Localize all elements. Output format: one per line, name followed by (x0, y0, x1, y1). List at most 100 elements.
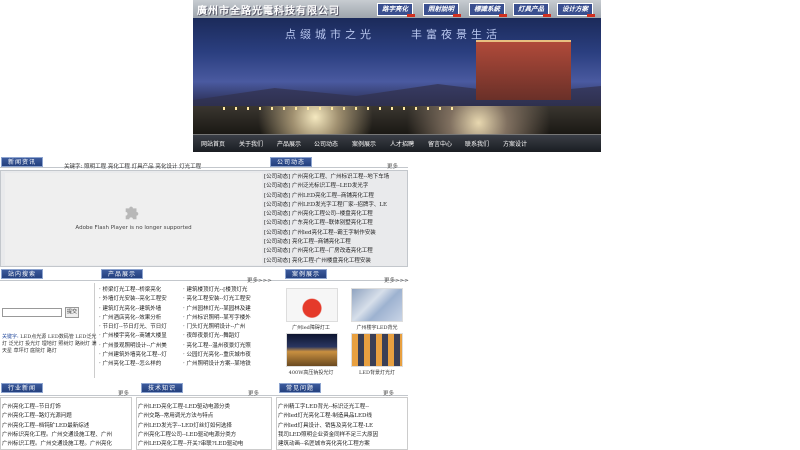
banner-building (476, 40, 571, 100)
company-name: 廣州市全路光電科技有限公司 (197, 6, 340, 17)
nav-about[interactable]: 关于我们 (239, 139, 263, 148)
tab-company-news[interactable]: 公司动态 (270, 157, 313, 167)
product-item[interactable]: 广州标识照明--某写字楼外 (183, 314, 263, 323)
list-item[interactable]: 我司LED照明企业资金同样不足三大原因 (278, 431, 406, 440)
list-item[interactable]: 广州亮化工程--档钝矿LED最新综述 (2, 422, 130, 431)
top-link-3[interactable]: 標識系統 (469, 3, 507, 17)
banner-street-lights (223, 107, 453, 110)
product-item[interactable]: 节日灯--节日灯光、节日灯 (99, 323, 183, 332)
more-link-cases[interactable]: 更多>>> (384, 276, 409, 284)
product-item[interactable]: 亮化工程安装--灯光工程安 (183, 295, 263, 304)
top-link-1[interactable]: 路字亮化 (377, 3, 415, 17)
product-item[interactable]: 广州酒店亮化--效果分析 (99, 314, 183, 323)
banner-slogan-left: 点缀城市之光 (285, 28, 375, 41)
more-link-industry-news[interactable]: 更多 (118, 389, 129, 397)
section3-rule (0, 395, 408, 396)
list-item[interactable]: 广州LED亮化工程--开关?串联?LED驱动电 (138, 440, 270, 449)
product-item[interactable]: 广州建筑外墙亮化工程--灯 (99, 351, 183, 360)
top-link-2[interactable]: 照射說明 (423, 3, 461, 17)
nav-news[interactable]: 公司动态 (314, 139, 338, 148)
tab-news[interactable]: 新闻资讯 (1, 157, 44, 167)
list-item[interactable]: 广州标识亮化工程。广州交通设施工程、广州 (2, 431, 130, 440)
news-item[interactable]: [公司动态] 亮化工程-广州楼盘亮化工程安装 (264, 257, 406, 266)
more-link-company-news[interactable]: 更多 (387, 162, 398, 170)
tab-search[interactable]: 站内搜索 (1, 269, 44, 279)
product-item[interactable]: 建筑楼顶灯光--[楼顶灯光 (183, 286, 263, 295)
product-item[interactable]: 广州照明设计方案--某地铁 (183, 360, 263, 369)
tab-cases[interactable]: 案例展示 (285, 269, 328, 279)
product-item[interactable]: 外墙灯光安装--亮化工程安 (99, 295, 183, 304)
top-link-5[interactable]: 设计方案 (557, 3, 595, 17)
nav-home[interactable]: 网站首页 (201, 139, 225, 148)
list-item[interactable]: 广州led灯光亮化工程-制造具品LED线 (278, 412, 406, 421)
list-item[interactable]: 广州LED亮化工程-LED驱动电源分类 (138, 403, 270, 412)
case-caption[interactable]: 400W高压钠投光灯 (276, 369, 346, 376)
case-image-floodlight[interactable] (286, 333, 338, 367)
keyword-ticker: 关键字: 照明工程 亮化工程 灯具产品 亮化设计 灯光工程 (64, 164, 202, 170)
flash-player-placeholder: Adobe Flash Player is no longer supporte… (5, 173, 262, 265)
more-link-tech-knowledge[interactable]: 更多 (248, 389, 259, 397)
news-item[interactable]: [公司动态] 广州led亮化工程--霸王字制作安装 (264, 229, 406, 238)
search-keywords: 关键字: LED点光源 LED数码管 LED泛光灯 泛光灯 投光灯 埋地灯 照树… (2, 334, 98, 355)
product-item[interactable]: 广州亮化工程--怎么样的 (99, 360, 183, 369)
news-item[interactable]: [公司动态] 亮化工程--商铺亮化工程 (264, 238, 406, 247)
list-item[interactable]: 建筑动画--名匠城市亮化亮化工程方案 (278, 440, 406, 449)
list-item[interactable]: 广州交路--常用调光方法与特点 (138, 412, 270, 421)
list-item[interactable]: 广州led灯具设计、销售及亮化工程-LE (278, 422, 406, 431)
case-image-backlit-sign[interactable] (351, 288, 403, 322)
list-item[interactable]: 广州亮化工程--路灯光源问题 (2, 412, 130, 421)
tab-faq[interactable]: 常见问题 (279, 383, 322, 393)
more-link-products[interactable]: 更多>>> (247, 276, 272, 284)
nav-guestbook[interactable]: 留言中心 (428, 139, 452, 148)
product-item[interactable]: 广州景观照明设计--广州美 (99, 342, 183, 351)
case-image-led-lamp[interactable] (351, 333, 403, 367)
nav-cases[interactable]: 案例展示 (352, 139, 376, 148)
case-caption[interactable]: LED背景灯光灯 (342, 369, 412, 376)
section1-rule (0, 167, 408, 168)
nav-jobs[interactable]: 人才招聘 (390, 139, 414, 148)
product-item[interactable]: 桥梁灯光工程--桥梁亮化 (99, 286, 183, 295)
industry-news-list: 广州亮化工程--节日灯饰 广州亮化工程--路灯光源问题 广州亮化工程--档钝矿L… (2, 403, 130, 449)
more-link-faq[interactable]: 更多 (383, 389, 394, 397)
product-item[interactable]: 亮化工程--温州夜景灯光照 (183, 342, 263, 351)
product-item[interactable]: 夜郎夜景灯光--舞蹈灯 (183, 332, 263, 341)
site-header: 廣州市全路光電科技有限公司 路字亮化 照射說明 標識系統 灯具产品 设计方案 点… (193, 0, 601, 152)
case-caption[interactable]: 广州楼宇LED背光 (342, 324, 412, 331)
news-item[interactable]: [公司动态] 广州亮化工程--厂房改造亮化工程 (264, 247, 406, 256)
news-item[interactable]: [公司动态] 广州亮化工程公司--楼盘亮化工程 (264, 210, 406, 219)
news-item[interactable]: [公司动态] 广东亮化工程--联体别墅亮化工程 (264, 219, 406, 228)
company-news-list: [公司动态] 广州亮化工程、广州标识工程--地下车场 [公司动态] 广州泛光标识… (264, 173, 406, 266)
product-item[interactable]: 门头灯光照明设计--广州 (183, 323, 263, 332)
news-item[interactable]: [公司动态] 广州LED发光字工程厂家--招牌字、LE (264, 201, 406, 210)
nav-design[interactable]: 方案设计 (503, 139, 527, 148)
nav-contact[interactable]: 联系我们 (465, 139, 489, 148)
case-caption[interactable]: 广州led障碍灯工 (276, 324, 346, 331)
list-item[interactable]: 广州亮化工程--节日灯饰 (2, 403, 130, 412)
hero-banner: 点缀城市之光 丰富夜景生活 (193, 18, 601, 134)
keywords-label: 关键字: (2, 334, 19, 340)
flash-message: Adobe Flash Player is no longer supporte… (75, 225, 192, 231)
search-submit-button[interactable]: 提交 (65, 307, 79, 318)
product-list-col2: 建筑楼顶灯光--[楼顶灯光 亮化工程安装--灯光工程安 广州园林灯光--某园林及… (183, 286, 263, 370)
list-item[interactable]: 广州精工字LED背光--标识泛光工程-- (278, 403, 406, 412)
news-item[interactable]: [公司动态] 广州亮化工程、广州标识工程--地下车场 (264, 173, 406, 182)
list-item[interactable]: 广州标识工程。广州交通设施工程。广州亮化 (2, 440, 130, 449)
product-item[interactable]: 广州园林灯光--某园林及建 (183, 305, 263, 314)
search-panel (0, 283, 95, 378)
product-item[interactable]: 公园灯光亮化--重庆城市夜 (183, 351, 263, 360)
search-input[interactable] (2, 308, 62, 317)
list-item[interactable]: 广州亮化工程公司--LED驱动电源分类方 (138, 431, 270, 440)
tab-products[interactable]: 产品展示 (101, 269, 144, 279)
product-item[interactable]: 建筑灯光亮化--建筑外墙 (99, 305, 183, 314)
news-item[interactable]: [公司动态] 广州LED亮化工程--商铺亮化工程 (264, 192, 406, 201)
news-item[interactable]: [公司动态] 广州泛光标识工程--LED发光字 (264, 182, 406, 191)
tab-tech-knowledge[interactable]: 技术知识 (141, 383, 184, 393)
list-item[interactable]: 广州LED发光字--LED灯丝灯如何选择 (138, 422, 270, 431)
product-item[interactable]: 广州楼宇亮化--商铺大楼显 (99, 332, 183, 341)
tech-knowledge-list: 广州LED亮化工程-LED驱动电源分类 广州交路--常用调光方法与特点 广州LE… (138, 403, 270, 449)
top-link-4[interactable]: 灯具产品 (513, 3, 551, 17)
faq-list: 广州精工字LED背光--标识泛光工程-- 广州led灯光亮化工程-制造具品LED… (278, 403, 406, 449)
nav-products[interactable]: 产品展示 (277, 139, 301, 148)
case-image-obstruction-light[interactable] (286, 288, 338, 322)
tab-industry-news[interactable]: 行业新闻 (1, 383, 44, 393)
